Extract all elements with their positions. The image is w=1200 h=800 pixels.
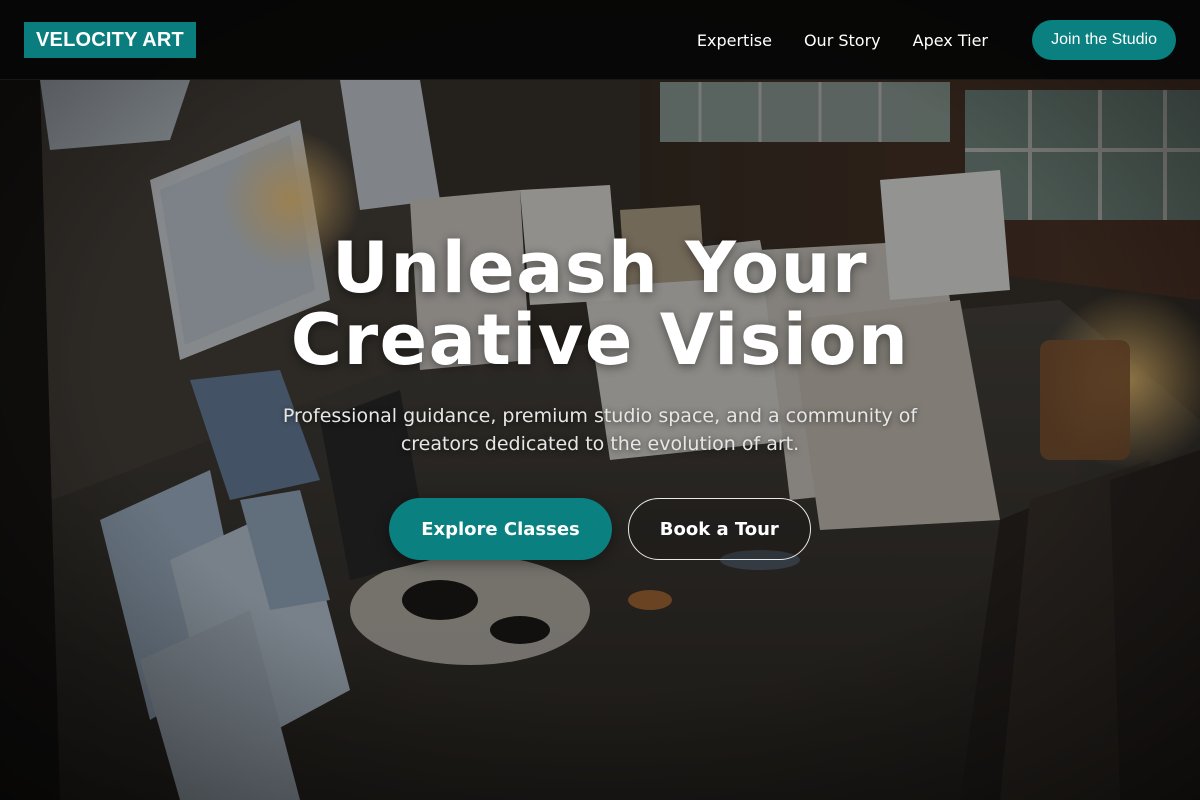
nav-links: Expertise Our Story Apex Tier [697, 0, 988, 80]
top-navbar: VELOCITY ART Expertise Our Story Apex Ti… [0, 0, 1200, 80]
hero-title: Unleash Your Creative Vision [150, 232, 1050, 376]
nav-link-expertise[interactable]: Expertise [697, 31, 772, 50]
book-tour-button[interactable]: Book a Tour [627, 498, 811, 560]
hero-title-line-1: Unleash Your [332, 227, 868, 309]
hero-actions: Explore Classes Book a Tour [0, 498, 1200, 560]
hero-section: Unleash Your Creative Vision Professiona… [0, 232, 1200, 560]
join-studio-button[interactable]: Join the Studio [1032, 20, 1176, 60]
hero-subtitle: Professional guidance, premium studio sp… [282, 405, 918, 455]
explore-classes-button[interactable]: Explore Classes [389, 498, 612, 560]
hero-title-line-2: Creative Vision [290, 299, 910, 381]
brand-logo[interactable]: VELOCITY ART [24, 22, 196, 58]
nav-link-our-story[interactable]: Our Story [804, 31, 881, 50]
nav-link-apex-tier[interactable]: Apex Tier [913, 31, 988, 50]
landing-page: VELOCITY ART Expertise Our Story Apex Ti… [0, 0, 1200, 800]
